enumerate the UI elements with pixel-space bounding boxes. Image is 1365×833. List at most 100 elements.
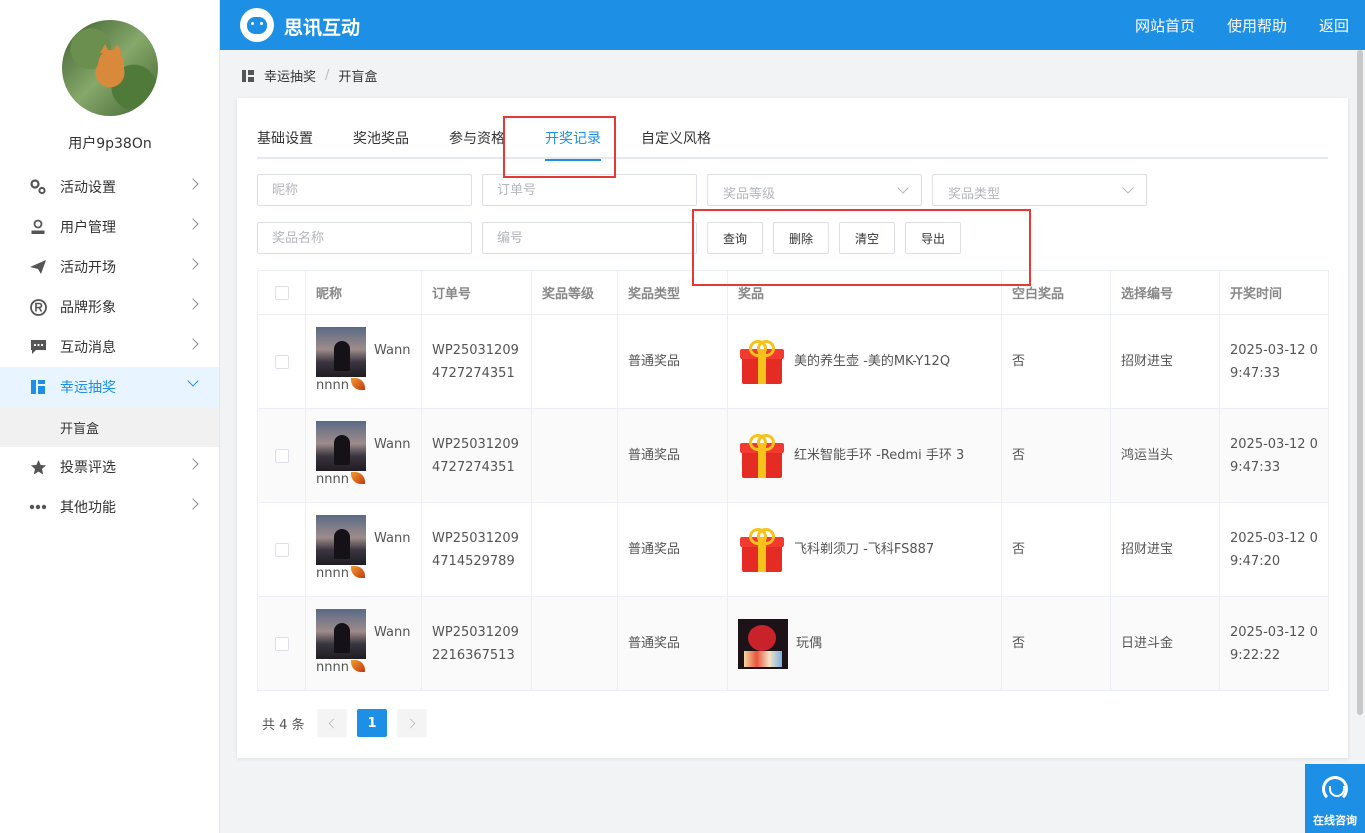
- page-number-current[interactable]: 1: [357, 709, 387, 737]
- table-row: Wann nnnn WP25031209 2216367513 普通奖品 玩偶 否 …: [257, 596, 1329, 691]
- draw-time: 2025-03-12 0: [1230, 342, 1318, 358]
- sidebar-item-lucky-draw[interactable]: 幸运抽奖: [0, 367, 219, 407]
- chevron-down-icon: [897, 182, 909, 194]
- header-nav: 网站首页 使用帮助 返回: [1135, 0, 1365, 50]
- blank-prize: 否: [1001, 502, 1111, 597]
- prize-type: 普通奖品: [617, 502, 728, 597]
- nickname-input[interactable]: [257, 174, 472, 206]
- sidebar-subitem-blind-box[interactable]: 开盲盒: [0, 407, 219, 447]
- nickname-cell: Wann nnnn: [316, 326, 421, 397]
- username: 用户9p38On: [68, 136, 152, 152]
- order-number: WP25031209: [432, 530, 519, 546]
- records-table: 昵称 订单号 奖品等级 奖品类型 奖品 空白奖品 选择编号 开奖时间 Wann n…: [257, 270, 1329, 691]
- main-card: 基础设置 奖池奖品 参与资格 开奖记录 自定义风格 奖品等级 奖品类型 查询 删…: [237, 98, 1348, 758]
- query-button[interactable]: 查询: [707, 222, 763, 254]
- vertical-scrollbar[interactable]: [1357, 50, 1363, 715]
- prize-level: [531, 596, 618, 691]
- prize-level: [531, 502, 618, 597]
- sidebar-menu: 活动设置 用户管理 活动开场 品牌形象 互动消息 幸运抽奖 开盲盒 投票评选 其…: [0, 167, 219, 527]
- column-header: 空白奖品: [1001, 270, 1111, 315]
- draw-time: 9:22:22: [1230, 647, 1281, 663]
- row-checkbox[interactable]: [274, 448, 289, 463]
- row-checkbox[interactable]: [274, 542, 289, 557]
- top-header: 思讯互动 网站首页 使用帮助 返回: [220, 0, 1365, 50]
- nickname-cell: Wann nnnn: [316, 420, 421, 491]
- row-checkbox[interactable]: [274, 636, 289, 651]
- prize-type: 普通奖品: [617, 314, 728, 409]
- delete-button[interactable]: 删除: [773, 222, 829, 254]
- chevron-right-icon: [187, 298, 199, 310]
- sidebar-item-other-functions[interactable]: 其他功能: [0, 487, 219, 527]
- breadcrumb-separator: /: [325, 68, 330, 83]
- tab-prize-pool[interactable]: 奖池奖品: [353, 128, 409, 159]
- draw-time: 9:47:33: [1230, 459, 1281, 475]
- order-number: WP25031209: [432, 342, 519, 358]
- nav-back-link[interactable]: 返回: [1319, 15, 1349, 36]
- sidebar-item-user-management[interactable]: 用户管理: [0, 207, 219, 247]
- nickname-text: nnnn: [316, 659, 349, 675]
- chevron-right-icon: [187, 338, 199, 350]
- sidebar-item-brand-image[interactable]: 品牌形象: [0, 287, 219, 327]
- tab-draw-records[interactable]: 开奖记录: [545, 128, 601, 161]
- cat-photo: [98, 44, 124, 84]
- draw-time: 9:47:33: [1230, 365, 1281, 381]
- chevron-right-icon: [187, 458, 199, 470]
- chevron-down-icon: [187, 375, 199, 387]
- chevron-right-icon: [187, 218, 199, 230]
- sidebar-item-label: 其他功能: [60, 500, 116, 516]
- select-all-checkbox[interactable]: [274, 285, 289, 300]
- prize-cell: 飞科剃须刀 -飞科FS887: [738, 526, 1001, 574]
- sidebar-item-label: 用户管理: [60, 220, 116, 236]
- leaf-emoji-icon: [350, 565, 365, 578]
- user-avatar: [316, 326, 366, 377]
- logo-icon[interactable]: [240, 8, 274, 42]
- prize-cell: 红米智能手环 -Redmi 手环 3: [738, 432, 1001, 480]
- prize-name: 美的养生壶 -美的MK-Y12Q: [794, 354, 951, 369]
- row-checkbox[interactable]: [274, 354, 289, 369]
- prize-level-select[interactable]: 奖品等级: [707, 174, 922, 206]
- clear-button[interactable]: 清空: [839, 222, 895, 254]
- column-header: 订单号: [421, 270, 532, 315]
- export-button[interactable]: 导出: [905, 222, 961, 254]
- chevron-down-icon: [1122, 182, 1134, 194]
- sidebar-item-activity-opening[interactable]: 活动开场: [0, 247, 219, 287]
- nickname-text: nnnn: [316, 377, 349, 393]
- selected-code: 招财进宝: [1110, 502, 1220, 597]
- user-avatar: [316, 514, 366, 565]
- sidebar-item-interactive-messages[interactable]: 互动消息: [0, 327, 219, 367]
- select-placeholder: 奖品类型: [948, 187, 1001, 202]
- online-consult-button[interactable]: 在线咨询: [1305, 764, 1365, 833]
- more-icon: [29, 498, 47, 516]
- selected-code: 招财进宝: [1110, 314, 1220, 409]
- avatar[interactable]: [62, 20, 158, 116]
- next-page-button[interactable]: [397, 709, 427, 737]
- tab-basic-settings[interactable]: 基础设置: [257, 128, 313, 159]
- prize-type: 普通奖品: [617, 596, 728, 691]
- prize-name-input[interactable]: [257, 222, 472, 254]
- sidebar-item-activity-settings[interactable]: 活动设置: [0, 167, 219, 207]
- nickname-cell: Wann nnnn: [316, 514, 421, 585]
- code-input[interactable]: [482, 222, 697, 254]
- tab-eligibility[interactable]: 参与资格: [449, 128, 505, 159]
- sidebar-item-voting[interactable]: 投票评选: [0, 447, 219, 487]
- nav-home-link[interactable]: 网站首页: [1135, 15, 1195, 36]
- nickname-text: nnnn: [316, 565, 349, 581]
- sidebar-item-label: 互动消息: [60, 340, 116, 356]
- tab-custom-style[interactable]: 自定义风格: [641, 128, 711, 159]
- nav-help-link[interactable]: 使用帮助: [1227, 15, 1287, 36]
- nickname-text: Wann: [374, 530, 411, 546]
- nickname-text: Wann: [374, 436, 411, 452]
- draw-time: 2025-03-12 0: [1230, 624, 1318, 640]
- prize-type-select[interactable]: 奖品类型: [932, 174, 1147, 206]
- draw-time: 2025-03-12 0: [1230, 530, 1318, 546]
- consult-label: 在线咨询: [1313, 814, 1357, 827]
- prev-page-button[interactable]: [317, 709, 347, 737]
- breadcrumb-parent[interactable]: 幸运抽奖: [264, 66, 316, 85]
- chevron-right-icon: [187, 178, 199, 190]
- prize-cell: 玩偶: [738, 618, 1001, 669]
- brand-name[interactable]: 思讯互动: [284, 13, 360, 40]
- order-number-input[interactable]: [482, 174, 697, 206]
- order-number: 4727274351: [432, 459, 515, 475]
- prize-name: 玩偶: [796, 636, 823, 651]
- draw-time: 2025-03-12 0: [1230, 436, 1318, 452]
